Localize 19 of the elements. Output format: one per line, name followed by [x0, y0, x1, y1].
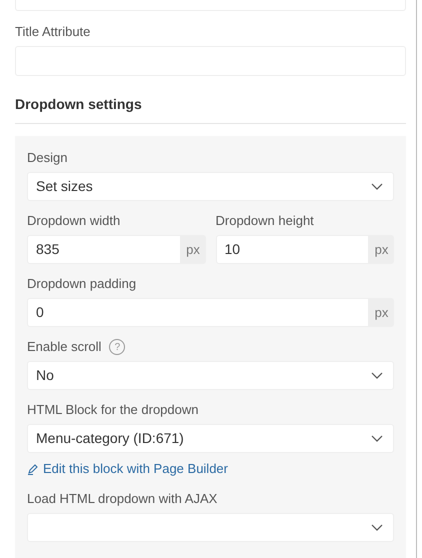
field-label: Dropdown width — [27, 212, 120, 230]
unit-label: px — [369, 235, 394, 264]
field-label: Dropdown height — [216, 212, 314, 230]
select-field[interactable]: No — [27, 361, 394, 390]
field-label: HTML Block for the dropdown — [27, 401, 198, 420]
unit-label: px — [180, 235, 206, 264]
select-field[interactable]: Menu-category (ID:671) — [27, 424, 394, 453]
field-label: Design — [27, 149, 68, 168]
select-field[interactable]: Set sizes — [27, 172, 394, 201]
field-label: Dropdown padding — [27, 275, 136, 294]
unit-label: px — [369, 298, 394, 327]
section-title: Dropdown settings — [15, 94, 406, 124]
number-field[interactable]: 0 — [27, 298, 369, 327]
field-label: Title Attribute — [15, 23, 90, 42]
field-label: Enable scroll — [27, 338, 102, 356]
number-field[interactable]: 835 — [27, 235, 180, 264]
field-label: Load HTML dropdown with AJAX — [27, 490, 218, 508]
edit-link[interactable]: Edit this block with Page Builder — [27, 459, 228, 478]
number-field[interactable]: 10 — [216, 235, 369, 264]
